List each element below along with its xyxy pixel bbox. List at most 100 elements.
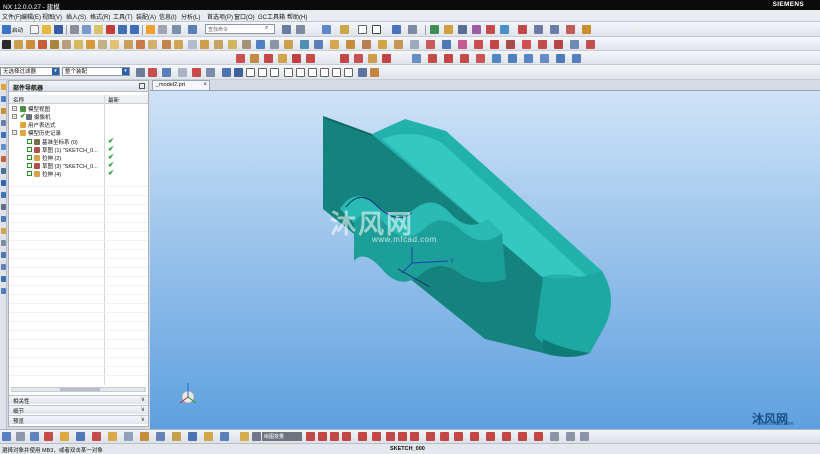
dimension-rail-icon[interactable] bbox=[1, 240, 6, 246]
tree-item-sketch-1[interactable]: 草图 (1) "SKETCH_0... ✔ bbox=[9, 146, 148, 154]
quadrant-snap-icon[interactable] bbox=[308, 68, 317, 77]
swept-icon[interactable] bbox=[346, 40, 355, 49]
surface-analysis-icon[interactable] bbox=[500, 25, 509, 34]
layout-icon[interactable] bbox=[76, 432, 85, 441]
through-curves-icon[interactable] bbox=[330, 40, 339, 49]
menu-view[interactable]: 视图(V) bbox=[42, 12, 62, 21]
bounded-grid-snap-icon[interactable] bbox=[358, 68, 367, 77]
make-corner-icon[interactable] bbox=[454, 432, 463, 441]
history-icon[interactable] bbox=[1, 156, 6, 162]
dependencies-panel[interactable]: 相关性 ∨ bbox=[9, 395, 148, 405]
move-object-icon[interactable] bbox=[392, 25, 401, 34]
tools-rail-icon[interactable] bbox=[1, 252, 6, 258]
wireframe-icon[interactable] bbox=[172, 432, 181, 441]
ellipse-icon[interactable] bbox=[410, 432, 419, 441]
join-face-icon[interactable] bbox=[556, 54, 565, 63]
preview-panel[interactable]: 预览 ∨ bbox=[9, 415, 148, 425]
close-icon[interactable]: × bbox=[203, 82, 207, 88]
cone-icon[interactable] bbox=[98, 40, 107, 49]
info-icon[interactable] bbox=[534, 25, 543, 34]
rapid-dimension-icon[interactable] bbox=[502, 432, 511, 441]
offset-icon[interactable] bbox=[470, 432, 479, 441]
visibility-check-icon[interactable]: ✔ bbox=[20, 112, 26, 120]
update-icon[interactable] bbox=[146, 25, 155, 34]
intersect-icon[interactable] bbox=[148, 40, 157, 49]
select-edges-icon[interactable] bbox=[178, 68, 187, 77]
combined-curve-icon[interactable] bbox=[490, 40, 499, 49]
measure-distance-icon[interactable] bbox=[430, 25, 439, 34]
analysis-icon[interactable] bbox=[472, 25, 481, 34]
paste-icon[interactable] bbox=[94, 25, 103, 34]
maximize-icon[interactable] bbox=[139, 83, 145, 89]
extract-curve-icon[interactable] bbox=[506, 40, 515, 49]
menu-tools[interactable]: 工具(T) bbox=[113, 12, 133, 21]
graphics-window[interactable]: Y bbox=[150, 90, 820, 429]
column-latest[interactable]: 最新 bbox=[108, 96, 119, 104]
checkbox[interactable] bbox=[27, 163, 32, 168]
start-button[interactable]: 启动 bbox=[12, 26, 23, 34]
geometric-constraints-icon[interactable] bbox=[518, 432, 527, 441]
assembly-navigator-icon[interactable] bbox=[1, 84, 6, 90]
midpoint-snap-icon[interactable] bbox=[258, 68, 267, 77]
line-icon[interactable] bbox=[586, 40, 595, 49]
refit-face-icon[interactable] bbox=[572, 54, 581, 63]
tree-item-datum-csys[interactable]: 基准坐标系 (0) ✔ bbox=[9, 138, 148, 146]
sketch-task-icon[interactable] bbox=[240, 432, 249, 441]
tree-item-model-views[interactable]: + 模型视图 bbox=[9, 105, 148, 113]
bounded-plane-icon[interactable] bbox=[362, 40, 371, 49]
zoom-icon[interactable] bbox=[92, 432, 101, 441]
arc-icon[interactable] bbox=[330, 432, 339, 441]
quick-extend-icon[interactable] bbox=[440, 432, 449, 441]
checkbox[interactable] bbox=[27, 171, 32, 176]
menu-help[interactable]: 帮助(H) bbox=[287, 12, 307, 21]
palette-icon[interactable] bbox=[1, 228, 6, 234]
split-body-icon[interactable] bbox=[228, 40, 237, 49]
roles-icon[interactable] bbox=[1, 204, 6, 210]
menu-gc-toolkit[interactable]: GC工具箱 bbox=[258, 12, 285, 21]
isoparametric-trim-icon[interactable] bbox=[524, 54, 533, 63]
sketch-finish-icon[interactable] bbox=[252, 432, 261, 441]
checkbox[interactable] bbox=[27, 139, 32, 144]
edge-blend-icon[interactable] bbox=[162, 40, 171, 49]
collapse-icon[interactable]: − bbox=[12, 130, 17, 135]
save-icon[interactable] bbox=[54, 25, 63, 34]
bridge-curve-icon[interactable] bbox=[474, 40, 483, 49]
global-shaping-icon[interactable] bbox=[292, 54, 301, 63]
extrude-icon[interactable] bbox=[14, 40, 23, 49]
styled-blend-icon[interactable] bbox=[460, 54, 469, 63]
divide-curve-icon[interactable] bbox=[538, 40, 547, 49]
patch-icon[interactable] bbox=[410, 40, 419, 49]
datum-axis-icon[interactable] bbox=[314, 40, 323, 49]
sketch-line-icon[interactable] bbox=[318, 432, 327, 441]
chamfer-icon[interactable] bbox=[174, 40, 183, 49]
arc-center-snap-icon[interactable] bbox=[296, 68, 305, 77]
rectangle-select-icon[interactable] bbox=[206, 68, 215, 77]
ruled-icon[interactable] bbox=[354, 54, 363, 63]
snap-point-icon[interactable] bbox=[234, 68, 243, 77]
expand-icon[interactable]: + bbox=[12, 114, 17, 119]
expand-icon[interactable]: + bbox=[12, 106, 17, 111]
x-form-icon[interactable] bbox=[264, 54, 273, 63]
orient-view-icon[interactable] bbox=[60, 432, 69, 441]
column-name[interactable]: 名称 bbox=[13, 96, 24, 104]
show-hide-icon[interactable] bbox=[44, 432, 53, 441]
face-blend-icon[interactable] bbox=[444, 54, 453, 63]
spline-icon[interactable] bbox=[566, 25, 575, 34]
perspective-icon[interactable] bbox=[188, 432, 197, 441]
sew-icon[interactable] bbox=[378, 40, 387, 49]
rotate-icon[interactable] bbox=[124, 432, 133, 441]
background-icon[interactable] bbox=[358, 25, 367, 34]
auto-constrain-icon[interactable] bbox=[534, 432, 543, 441]
alternate-solution-icon[interactable] bbox=[580, 432, 589, 441]
sphere-icon[interactable] bbox=[110, 40, 119, 49]
thread-icon[interactable] bbox=[284, 40, 293, 49]
view-orientation-icon[interactable] bbox=[222, 68, 231, 77]
menu-layout-icon[interactable] bbox=[282, 25, 291, 34]
four-point-surface-icon[interactable] bbox=[340, 54, 349, 63]
view-icon[interactable] bbox=[30, 432, 39, 441]
menu-window[interactable]: 窗口(O) bbox=[234, 12, 255, 21]
wcs-icon[interactable] bbox=[408, 25, 417, 34]
reuse-library-icon[interactable] bbox=[1, 120, 6, 126]
checkbox[interactable] bbox=[27, 155, 32, 160]
pattern-icon[interactable] bbox=[256, 40, 265, 49]
